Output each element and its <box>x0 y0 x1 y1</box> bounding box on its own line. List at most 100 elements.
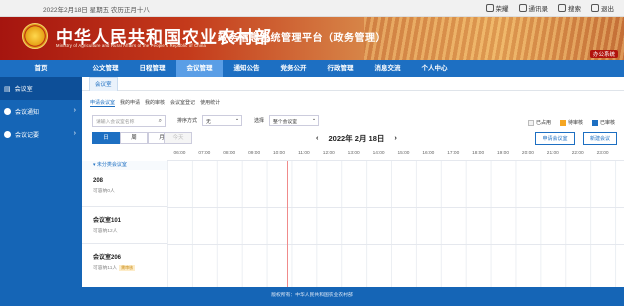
chevron-down-icon: ⌄ <box>311 117 316 122</box>
room-capacity-text: 可容纳11人 <box>93 266 118 271</box>
room-group-header[interactable]: ▾ 未分类会议室 <box>82 161 167 170</box>
room-row[interactable]: 会议室206 可容纳11人 需审核 <box>82 244 167 281</box>
room-row[interactable]: 会议室101 可容纳12人 <box>82 207 167 244</box>
contacts-link[interactable]: 通讯录 <box>518 3 548 13</box>
sidebar-item-meeting-room[interactable]: ▤ 会议室 <box>0 77 82 100</box>
view-day-button[interactable]: 日 <box>92 132 120 144</box>
legend-swatch <box>560 119 566 126</box>
subtab-my-applications[interactable]: 我的申请 <box>120 99 140 107</box>
main-content: 会议室 申请会议室 我的申请 我的审核 会议室登记 使用统计 请输入会议室名称 … <box>82 77 624 287</box>
top-links: 荣耀 通讯录 搜索 退出 <box>485 3 614 13</box>
prev-day-icon[interactable]: ‹ <box>316 133 319 144</box>
office-system-badge: 办公系统 <box>589 50 618 58</box>
apply-room-button[interactable]: 申请会议室 <box>535 132 575 145</box>
minutes-icon <box>4 131 11 138</box>
subtab-apply-room[interactable]: 申请会议室 <box>90 99 116 107</box>
time-tick: 12:00 <box>322 151 335 156</box>
time-tick: 07:00 <box>198 151 211 156</box>
chevron-right-icon: › <box>73 107 76 114</box>
nav-schedule[interactable]: 日程管理 <box>129 60 176 77</box>
legend-label: 已审核 <box>600 120 616 126</box>
filter-label: 选择 <box>254 118 265 124</box>
chevron-right-icon: › <box>73 130 76 137</box>
room-capacity: 可容纳0人 <box>93 189 115 194</box>
search-placeholder: 请输入会议室名称 <box>96 120 135 125</box>
search-icon[interactable]: ⌕ <box>159 118 162 125</box>
time-tick: 23:00 <box>596 151 609 156</box>
sidebar-item-meeting-notice[interactable]: 会议通知 › <box>0 100 82 123</box>
main-nav: 首页 公文管理 日程管理 会议管理 通知公告 党务公开 行政管理 消息交流 个人… <box>0 60 624 77</box>
today-button[interactable]: 今天 <box>164 132 192 144</box>
search-icon <box>558 4 566 12</box>
national-emblem-icon <box>22 23 48 49</box>
nav-messages[interactable]: 消息交流 <box>364 60 411 77</box>
room-row[interactable]: 208 可容纳0人 <box>82 170 167 207</box>
filter-select[interactable]: 整个会议室 ⌄ <box>269 115 319 126</box>
legend-label: 已占用 <box>536 120 552 126</box>
wheat-decoration <box>364 17 624 60</box>
legend-label: 待审核 <box>568 120 584 126</box>
chevron-down-icon: ⌄ <box>234 117 239 122</box>
nav-home[interactable]: 首页 <box>0 60 82 77</box>
time-tick: 22:00 <box>571 151 584 156</box>
time-tick: 21:00 <box>546 151 559 156</box>
room-search-input[interactable]: 请输入会议室名称 ⌕ <box>92 115 166 127</box>
user-link[interactable]: 荣耀 <box>485 3 509 13</box>
sidebar-item-meeting-minutes[interactable]: 会议记要 › <box>0 123 82 146</box>
new-meeting-button[interactable]: 新建会议 <box>583 132 617 145</box>
time-tick: 18:00 <box>472 151 485 156</box>
logout-icon <box>591 4 599 12</box>
room-name: 会议室101 <box>93 218 122 224</box>
content-tabs: 会议室 <box>82 77 624 91</box>
view-week-button[interactable]: 周 <box>120 132 148 144</box>
nav-notices[interactable]: 通知公告 <box>223 60 270 77</box>
legend-occupied: 已占用 <box>528 119 551 126</box>
time-tick: 10:00 <box>273 151 286 156</box>
sidebar-item-label: 会议通知 <box>15 110 40 116</box>
tab-meeting-room[interactable]: 会议室 <box>89 77 118 91</box>
nav-documents[interactable]: 公文管理 <box>82 60 129 77</box>
nav-meetings[interactable]: 会议管理 <box>176 60 223 77</box>
nav-personal[interactable]: 个人中心 <box>411 60 458 77</box>
sidebar: ▤ 会议室 会议通知 › 会议记要 › <box>0 77 82 287</box>
header-banner: 中华人民共和国农业农村部 Ministry of Agriculture and… <box>0 17 624 60</box>
time-header: 06:00 07:00 08:00 09:00 10:00 11:00 12:0… <box>167 151 624 161</box>
review-required-badge: 需审核 <box>119 265 136 271</box>
nav-admin[interactable]: 行政管理 <box>317 60 364 77</box>
system-title: 政务信息系统管理平台（政务管理） <box>218 33 386 44</box>
subtab-usage-stats[interactable]: 使用统计 <box>200 99 220 107</box>
time-tick: 16:00 <box>422 151 435 156</box>
logout-link[interactable]: 退出 <box>591 3 614 13</box>
current-date-label: 2022年 2月 18日 <box>328 134 385 143</box>
legend-pending: 待审核 <box>560 119 583 126</box>
legend-swatch <box>592 119 598 126</box>
search-label: 搜索 <box>568 6 581 13</box>
time-tick: 15:00 <box>397 151 410 156</box>
current-time-line <box>287 161 288 287</box>
time-tick: 14:00 <box>372 151 385 156</box>
row-divider <box>167 207 624 208</box>
sort-value: 无 <box>206 120 211 125</box>
schedule-grid[interactable] <box>167 161 624 287</box>
sidebar-item-label: 会议室 <box>14 87 33 93</box>
nav-party[interactable]: 党务公开 <box>270 60 317 77</box>
sub-tabs: 申请会议室 我的申请 我的审核 会议室登记 使用统计 <box>90 99 220 107</box>
room-name: 208 <box>93 178 104 184</box>
row-divider <box>167 244 624 245</box>
time-tick: 06:00 <box>173 151 186 156</box>
room-list: ▾ 未分类会议室 208 可容纳0人 会议室101 可容纳12人 会议室206 … <box>82 161 167 287</box>
sort-select[interactable]: 无 ⌄ <box>202 115 242 126</box>
room-capacity: 可容纳11人 需审核 <box>93 264 167 271</box>
subtab-room-register[interactable]: 会议室登记 <box>170 99 195 107</box>
next-day-icon[interactable]: › <box>394 133 397 144</box>
notice-icon <box>4 108 11 115</box>
legend-swatch <box>528 119 534 126</box>
room-name: 会议室206 <box>93 255 122 261</box>
logout-label: 退出 <box>601 6 614 13</box>
search-link[interactable]: 搜索 <box>558 3 581 13</box>
contacts-icon <box>518 4 527 12</box>
time-tick: 09:00 <box>248 151 261 156</box>
subtab-my-reviews[interactable]: 我的审核 <box>145 99 165 107</box>
time-tick: 13:00 <box>347 151 360 156</box>
room-group-label: 未分类会议室 <box>96 162 127 168</box>
